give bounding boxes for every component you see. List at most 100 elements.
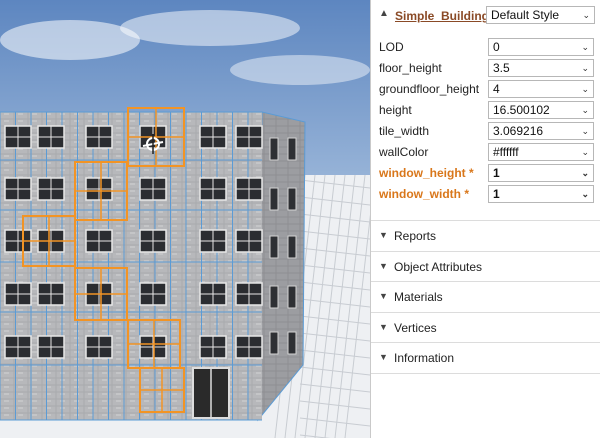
side-window <box>269 187 279 211</box>
window <box>235 282 263 306</box>
chevron-down-icon: ▼ <box>379 291 388 302</box>
attribute-row: floor_height 3.5 ⌄ <box>371 57 600 78</box>
attribute-row: height 16.500102 ⌄ <box>371 99 600 120</box>
attribute-value-dropdown[interactable]: 16.500102 ⌄ <box>488 101 594 119</box>
attribute-row: tile_width 3.069216 ⌄ <box>371 120 600 141</box>
chevron-down-icon: ⌄ <box>581 126 589 136</box>
attribute-value: 4 <box>493 82 500 96</box>
chevron-down-icon: ⌄ <box>582 10 590 20</box>
attribute-value: 1 <box>493 187 500 201</box>
window <box>4 125 32 149</box>
style-selector-value: Default Style <box>491 8 560 22</box>
window <box>85 229 113 253</box>
attribute-row: LOD 0 ⌄ <box>371 36 600 57</box>
window <box>139 229 167 253</box>
section-vertices[interactable]: ▼ Vertices <box>371 311 600 342</box>
chevron-down-icon: ⌄ <box>581 84 589 94</box>
attribute-value: 0 <box>493 40 500 54</box>
section-reports[interactable]: ▼ Reports <box>371 220 600 250</box>
section-label: Information <box>394 351 455 366</box>
chevron-down-icon: ⌄ <box>581 42 589 52</box>
window <box>199 229 227 253</box>
side-window <box>269 331 279 355</box>
window <box>139 177 167 201</box>
window <box>235 229 263 253</box>
attribute-label: LOD <box>379 40 404 54</box>
window <box>37 335 65 359</box>
attribute-row: groundfloor_height 4 ⌄ <box>371 78 600 99</box>
section-label: Object Attributes <box>394 259 483 274</box>
attribute-label: wallColor <box>379 145 429 159</box>
window <box>85 125 113 149</box>
rule-name-link[interactable]: Simple_Building <box>395 9 489 23</box>
attribute-row: window_height * 1 ⌄ <box>371 162 600 183</box>
window <box>37 125 65 149</box>
window <box>199 335 227 359</box>
chevron-down-icon: ▼ <box>379 321 388 332</box>
window <box>139 282 167 306</box>
attribute-label: tile_width <box>379 124 430 138</box>
window <box>37 177 65 201</box>
cloud <box>230 55 370 85</box>
side-window <box>269 235 279 259</box>
attribute-value-dropdown[interactable]: 3.5 ⌄ <box>488 59 594 77</box>
chevron-up-icon[interactable]: ▲ <box>379 8 389 19</box>
chevron-down-icon: ⌄ <box>581 63 589 73</box>
window <box>4 177 32 201</box>
inspector-panel: ▲ Simple_Building Default Style ⌄ LOD 0 ⌄ f… <box>370 0 600 438</box>
side-window <box>287 235 297 259</box>
attribute-value-dropdown[interactable]: #ffffff ⌄ <box>488 143 594 161</box>
section-object-attributes[interactable]: ▼ Object Attributes <box>371 250 600 281</box>
attribute-value-dropdown[interactable]: 4 ⌄ <box>488 80 594 98</box>
window <box>235 335 263 359</box>
style-selector[interactable]: Default Style ⌄ <box>486 6 595 24</box>
chevron-down-icon: ⌄ <box>581 105 589 115</box>
3d-viewport[interactable] <box>0 0 370 438</box>
scene[interactable] <box>0 0 370 438</box>
window <box>37 282 65 306</box>
attribute-value: #ffffff <box>493 145 519 159</box>
window <box>199 177 227 201</box>
cloud <box>120 10 300 46</box>
chevron-down-icon: ⌄ <box>581 147 589 157</box>
attribute-label: floor_height <box>379 61 442 75</box>
window <box>85 177 113 201</box>
chevron-down-icon: ▼ <box>379 230 388 240</box>
attribute-label: groundfloor_height <box>379 82 480 96</box>
attribute-label: window_height * <box>379 166 474 180</box>
section-information[interactable]: ▼ Information <box>371 342 600 372</box>
window <box>139 335 167 359</box>
attribute-row: wallColor #ffffff ⌄ <box>371 141 600 162</box>
attribute-label: window_width * <box>379 187 469 201</box>
section-label: Materials <box>394 290 443 305</box>
side-window <box>269 137 279 161</box>
chevron-down-icon: ⌄ <box>581 168 589 178</box>
window <box>85 335 113 359</box>
side-window <box>287 137 297 161</box>
section-label: Reports <box>394 229 437 243</box>
attribute-value-dropdown[interactable]: 1 ⌄ <box>488 164 594 182</box>
section-materials[interactable]: ▼ Materials <box>371 281 600 311</box>
attribute-value-dropdown[interactable]: 1 ⌄ <box>488 185 594 203</box>
cloud <box>0 20 140 60</box>
window <box>199 125 227 149</box>
chevron-down-icon: ▼ <box>379 352 388 363</box>
attribute-value: 3.069216 <box>493 124 544 138</box>
side-window <box>287 187 297 211</box>
chevron-down-icon: ⌄ <box>581 189 589 199</box>
window <box>235 177 263 201</box>
chevron-down-icon: ▼ <box>379 260 388 271</box>
window <box>235 125 263 149</box>
attribute-value-dropdown[interactable]: 0 ⌄ <box>488 38 594 56</box>
window <box>4 335 32 359</box>
window <box>4 282 32 306</box>
side-window <box>287 285 297 309</box>
window <box>199 282 227 306</box>
attribute-value-dropdown[interactable]: 3.069216 ⌄ <box>488 122 594 140</box>
divider <box>371 373 600 374</box>
side-window <box>287 331 297 355</box>
attribute-row: window_width * 1 ⌄ <box>371 183 600 204</box>
side-window <box>269 285 279 309</box>
rule-header: ▲ Simple_Building Default Style ⌄ <box>371 0 600 30</box>
attribute-value: 16.500102 <box>493 103 550 117</box>
